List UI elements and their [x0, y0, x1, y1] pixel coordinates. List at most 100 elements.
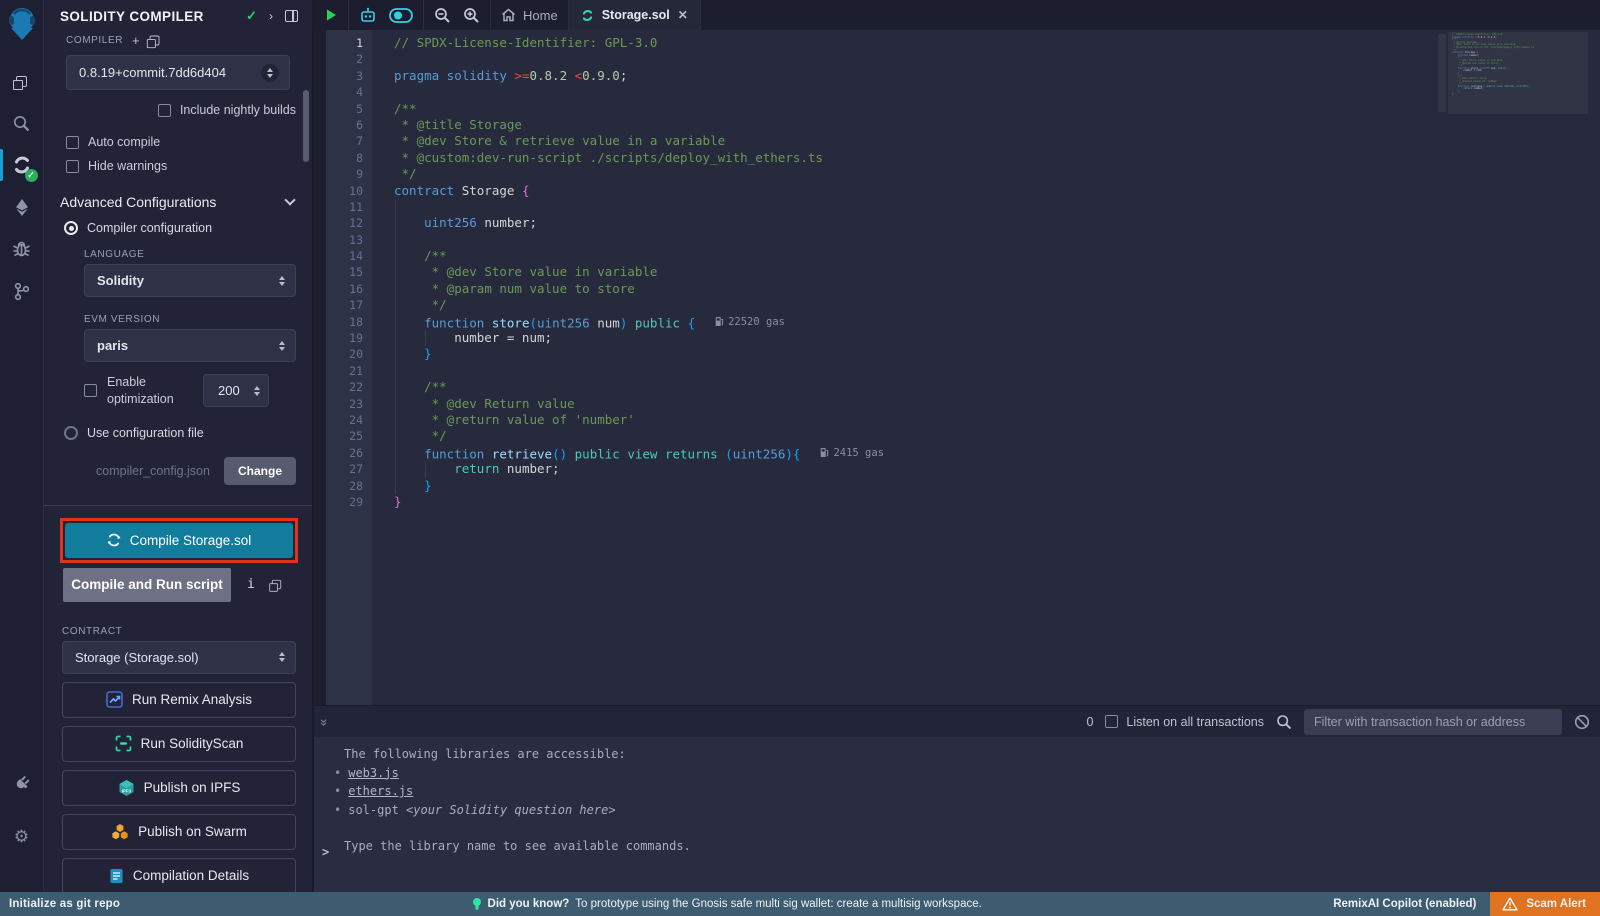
line-number: 29: [326, 494, 372, 510]
pin-panel-icon[interactable]: [285, 10, 298, 22]
sidebar-item-settings[interactable]: ⚙: [0, 816, 44, 858]
compiler-configuration-radio[interactable]: [64, 221, 78, 235]
change-config-button[interactable]: Change: [224, 457, 296, 485]
compile-button[interactable]: Compile Storage.sol: [65, 523, 293, 558]
code-line: /**: [394, 101, 1600, 117]
sidebar-item-debugger[interactable]: [0, 228, 44, 270]
terminal-controls: 0 Listen on all transactions: [1086, 709, 1590, 735]
terminal-prompt[interactable]: >: [322, 843, 329, 862]
run-solidityscan-button[interactable]: Run SolidityScan: [62, 726, 296, 762]
version-spinner-icon: [261, 64, 279, 82]
minimap-content: // SPDX-License-Identifier: GPL-3.0pragm…: [1452, 34, 1588, 96]
compiler-section-header: COMPILER +: [44, 32, 312, 53]
code-line: * @dev Return value: [394, 396, 1600, 412]
use-configuration-file-radio[interactable]: [64, 426, 78, 440]
close-tab-icon[interactable]: ✕: [678, 8, 688, 22]
auto-compile-checkbox[interactable]: [66, 136, 79, 149]
publish-on-ipfs-label: Publish on IPFS: [144, 780, 241, 795]
compiler-configuration-option[interactable]: Compiler configuration: [44, 216, 312, 240]
sidebar-item-git[interactable]: [0, 270, 44, 312]
line-number: 28: [326, 478, 372, 494]
terminal-output[interactable]: The following libraries are accessible: …: [314, 737, 1600, 892]
evm-version-select[interactable]: paris: [84, 329, 296, 362]
search-icon: [12, 114, 31, 133]
collapse-terminal-icon[interactable]: »: [317, 719, 332, 724]
run-remix-analysis-button[interactable]: Run Remix Analysis: [62, 682, 296, 718]
code-line: number = num;: [394, 330, 1600, 346]
compile-success-icon: ✓: [246, 8, 257, 24]
gas-estimate: 2415 gas: [820, 445, 884, 461]
publish-on-ipfs-button[interactable]: IPFS Publish on IPFS: [62, 770, 296, 806]
minimap[interactable]: // SPDX-License-Identifier: GPL-3.0pragm…: [1448, 30, 1588, 705]
scam-alert-button[interactable]: Scam Alert: [1490, 892, 1600, 916]
compile-button-label: Compile Storage.sol: [130, 533, 252, 548]
language-select[interactable]: Solidity: [84, 264, 296, 297]
contract-spinner-icon: [279, 652, 285, 662]
enable-optimization-checkbox[interactable]: [84, 384, 97, 397]
hide-warnings-checkbox[interactable]: [66, 160, 79, 173]
code-line: */: [394, 428, 1600, 444]
zoom-in-icon[interactable]: [463, 7, 480, 24]
ethers-link[interactable]: ethers.js: [348, 782, 413, 801]
code-line: * @dev Store & retrieve value in a varia…: [394, 133, 1600, 149]
home-tab[interactable]: Home: [491, 0, 569, 30]
code-line: pragma solidity >=0.8.2 <0.9.0;: [394, 68, 1600, 84]
line-number: 12: [326, 215, 372, 231]
ai-robot-icon[interactable]: [359, 7, 377, 24]
panel-scrollbar[interactable]: [303, 90, 309, 162]
git-init-status[interactable]: Initialize as git repo: [0, 898, 120, 910]
advanced-configurations-toggle[interactable]: Advanced Configurations: [44, 178, 312, 216]
sidebar-item-plugin-manager[interactable]: [0, 760, 44, 802]
editor-scrollbar[interactable]: [1438, 34, 1446, 112]
clear-filter-ban-icon[interactable]: [1574, 714, 1590, 730]
config-file-row: compiler_config.json Change: [44, 445, 312, 495]
solidityscan-icon: [115, 735, 132, 752]
copilot-toggle-icon[interactable]: [389, 8, 413, 23]
ai-segment: [349, 0, 424, 30]
remix-logo-icon[interactable]: [6, 6, 38, 42]
copilot-status[interactable]: RemixAI Copilot (enabled): [1333, 898, 1476, 910]
code-line: }: [394, 346, 1600, 362]
terminal-header: » 0 Listen on all transactions: [314, 705, 1600, 737]
code-line: /**: [394, 379, 1600, 395]
use-configuration-file-label: Use configuration file: [87, 426, 204, 440]
line-number: 24: [326, 412, 372, 428]
sidebar-item-search[interactable]: [0, 102, 44, 144]
include-nightly-checkbox[interactable]: [158, 104, 171, 117]
code-line: }: [394, 478, 1600, 494]
solidity-compiler-panel: SOLIDITY COMPILER ✓ › COMPILER + 0.8.19+…: [44, 0, 314, 892]
tab-storage-sol[interactable]: Storage.sol ✕: [569, 0, 701, 30]
use-configuration-file-option[interactable]: Use configuration file: [44, 412, 312, 445]
git-branch-icon: [13, 282, 31, 301]
line-number: 2: [326, 51, 372, 67]
icon-rail: ✓: [0, 0, 44, 892]
add-compiler-icon[interactable]: +: [132, 34, 140, 47]
terminal-lib-item: • ethers.js: [334, 782, 1600, 801]
contract-label: CONTRACT: [44, 602, 312, 641]
web3-link[interactable]: web3.js: [348, 764, 399, 783]
info-icon[interactable]: i: [247, 577, 255, 592]
compilation-details-button[interactable]: Compilation Details: [62, 858, 296, 892]
home-icon: [501, 8, 516, 22]
listen-transactions-checkbox[interactable]: [1105, 715, 1118, 728]
run-script-play-icon[interactable]: [324, 8, 338, 22]
open-file-icon[interactable]: [149, 36, 159, 46]
sidebar-item-file-explorer[interactable]: [0, 60, 44, 102]
sidebar-item-deploy-and-run[interactable]: [0, 186, 44, 228]
chevron-down-icon: [284, 194, 295, 205]
sidebar-item-solidity-compiler[interactable]: ✓: [0, 144, 44, 186]
terminal-hint: Type the library name to see available c…: [344, 837, 1600, 856]
transaction-filter-input[interactable]: [1304, 709, 1562, 735]
warning-triangle-icon: [1502, 897, 1518, 911]
chevron-right-icon[interactable]: ›: [269, 9, 273, 23]
main-area: ✓: [0, 0, 1600, 892]
scam-alert-label: Scam Alert: [1526, 898, 1586, 910]
optimization-runs-input[interactable]: 200: [203, 374, 269, 407]
contract-select[interactable]: Storage (Storage.sol): [62, 641, 296, 674]
publish-on-swarm-button[interactable]: Publish on Swarm: [62, 814, 296, 850]
file-explorer-icon: [16, 76, 27, 87]
copy-icon[interactable]: [272, 580, 281, 589]
compiler-version-select[interactable]: 0.8.19+commit.7dd6d404: [66, 55, 290, 90]
code-editor[interactable]: 1234567891011121314151617181920212223242…: [314, 30, 1600, 705]
zoom-out-icon[interactable]: [434, 7, 451, 24]
